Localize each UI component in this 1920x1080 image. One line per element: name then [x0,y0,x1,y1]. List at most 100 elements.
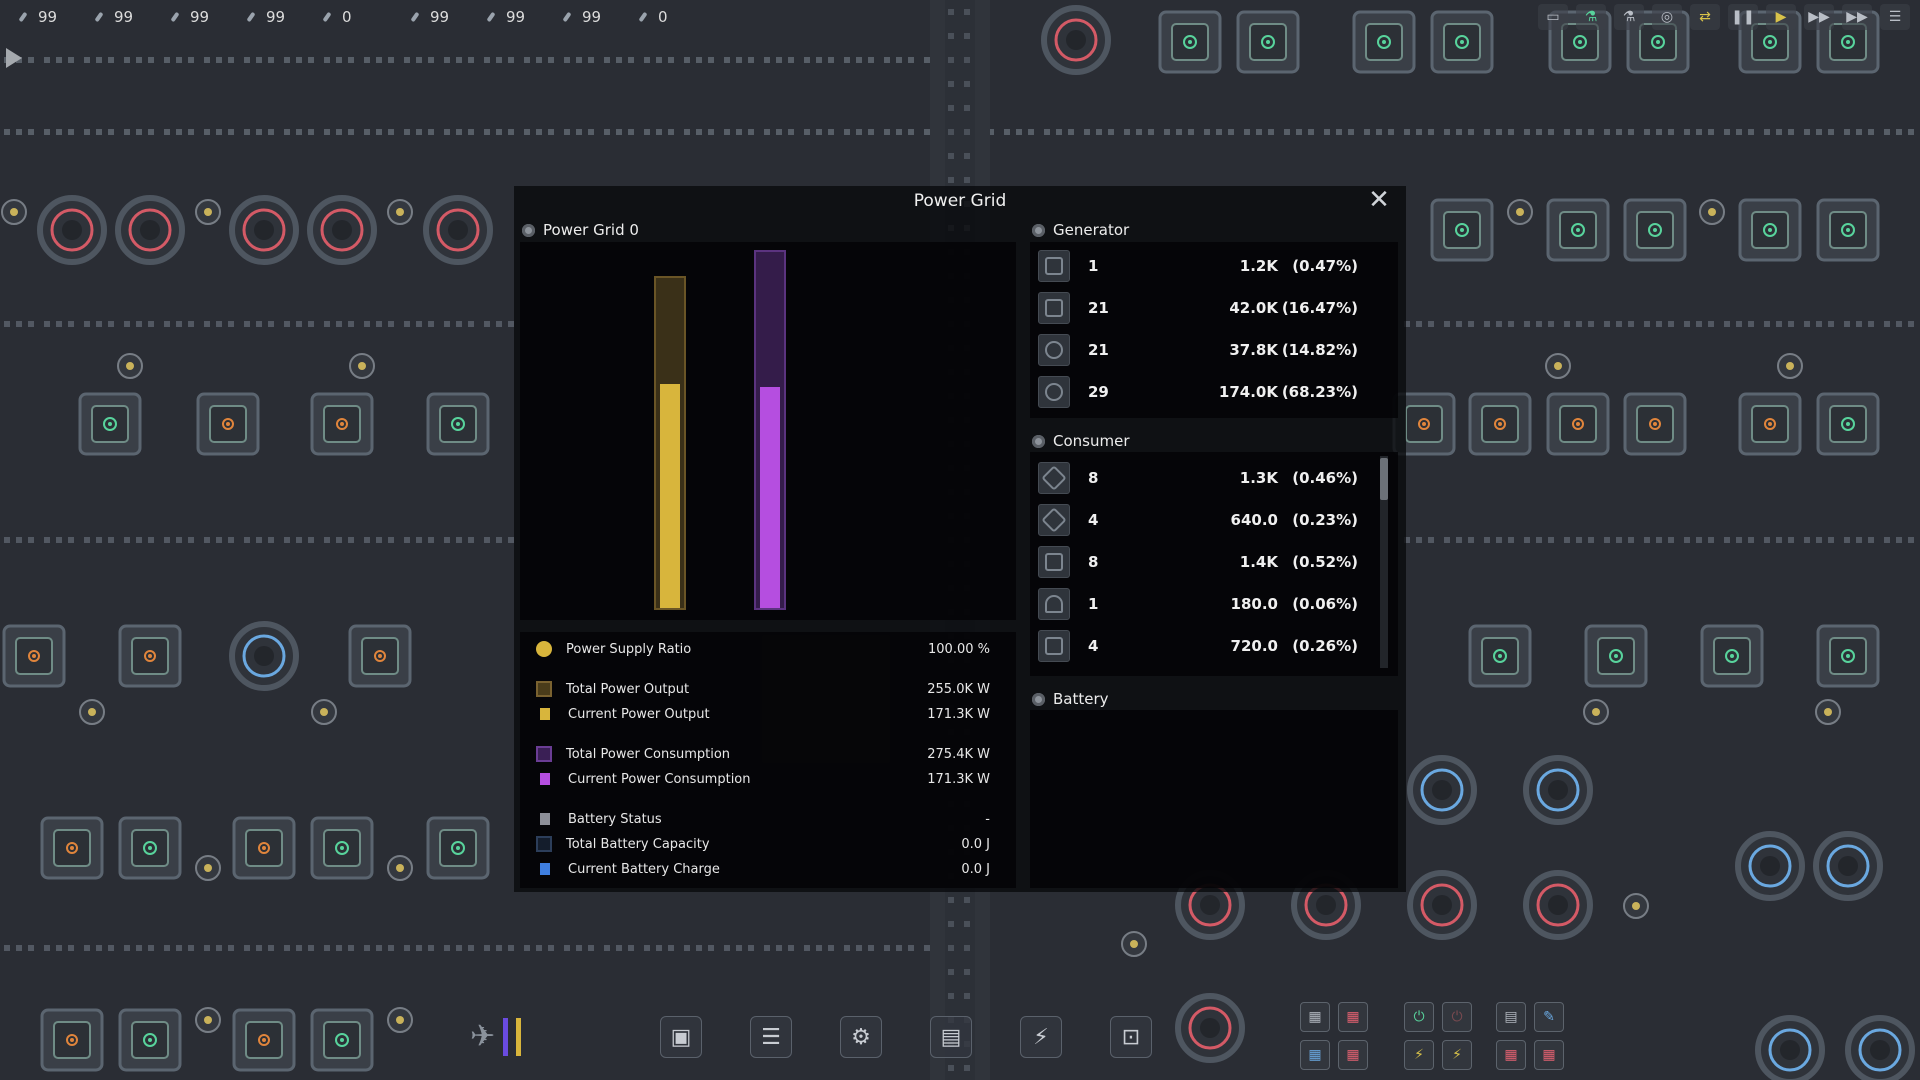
play-icon[interactable]: ▶ [1766,4,1796,30]
list-item[interactable]: 21 42.0K (16.47%) [1038,290,1390,326]
collapse-icon [1032,434,1045,448]
resource-counter: 99 [486,8,544,26]
research-icon[interactable]: ⚗ [1576,4,1606,30]
generator-icon [1038,334,1070,366]
mecha-icon: ✈ [470,1019,496,1054]
lightning-icon[interactable]: ⚡ [1442,1040,1472,1070]
consumer-scrollbar[interactable] [1380,456,1388,668]
stat-total-battery: Total Battery Capacity 0.0 J [532,833,990,855]
resource-counter: 99 [170,8,228,26]
power-off-icon[interactable]: ⏻ [1442,1002,1472,1032]
expand-panel-icon[interactable] [6,48,22,68]
resource-icon [246,11,256,23]
generator-header[interactable]: Generator [1032,219,1129,241]
stat-total-output: Total Power Output 255.0K W [532,678,990,700]
lightning-icon[interactable]: ⚡ [1404,1040,1434,1070]
generator-icon [1038,250,1070,282]
edit-icon[interactable]: ✎ [1534,1002,1564,1032]
stat-battery-status: Battery Status - [532,808,990,830]
stat-total-consumption: Total Power Consumption 275.4K W [532,743,990,765]
menu-icon[interactable]: ☰ [1880,4,1910,30]
fast-forward-icon[interactable]: ▶▶ [1804,4,1834,30]
output-bar-current [660,383,680,608]
resource-counter: 99 [18,8,76,26]
scroll-thumb[interactable] [1380,458,1388,500]
battery-status-swatch [540,813,550,825]
resource-counter: 99 [410,8,468,26]
supply-ratio-icon [536,641,552,657]
collapse-icon [1032,692,1045,706]
building-remove-icon[interactable]: ▦ [1338,1002,1368,1032]
resource-counter: 99 [94,8,152,26]
consumer-icon [1038,462,1070,494]
current-output-swatch [540,708,550,720]
mecha-status: ✈ [470,1018,522,1056]
collapse-icon [1032,223,1045,237]
quick-actions-power: ⏻ ⏻ ⚡ ⚡ [1404,1002,1472,1070]
resource-counter: 0 [322,8,380,26]
quick-actions-right: ▤ ✎ ▦ ▦ [1496,1002,1564,1070]
building-remove-icon[interactable]: ▦ [1338,1040,1368,1070]
consumer-icon [1038,546,1070,578]
logistics-icon[interactable]: ☰ [750,1016,792,1058]
current-consumption-swatch [540,773,550,785]
resource-bar: 99 99 99 99 0 99 99 99 0 [0,0,696,34]
list-item[interactable]: 21 37.8K (14.82%) [1038,332,1390,368]
quick-actions-left: ▦ ▦ ▦ ▦ [1300,1002,1368,1070]
inventory-icon[interactable]: ▣ [660,1016,702,1058]
building-icon[interactable]: ▦ [1300,1002,1330,1032]
resource-counter: 99 [246,8,304,26]
settings-icon[interactable]: ▦ [1534,1040,1564,1070]
generator-icon [1038,376,1070,408]
power-on-icon[interactable]: ⏻ [1404,1002,1434,1032]
document-icon[interactable]: ▤ [1496,1002,1526,1032]
list-item[interactable]: 8 1.3K (0.46%) [1038,460,1390,496]
globe-icon[interactable]: ◎ [1652,4,1682,30]
settings-icon[interactable]: ▦ [1496,1040,1526,1070]
resource-icon [638,11,648,23]
power-stats: Power Supply Ratio 100.00 % Total Power … [520,632,1016,888]
close-icon[interactable]: ✕ [1366,187,1392,214]
resource-icon [562,11,572,23]
fastest-forward-icon[interactable]: ▶▶ [1842,4,1872,30]
total-output-swatch [536,681,552,697]
total-consumption-swatch [536,746,552,762]
battery-list [1030,710,1398,888]
power-icon[interactable]: ⚡ [1020,1016,1062,1058]
list-item[interactable]: 8 1.4K (0.52%) [1038,544,1390,580]
gear-icon[interactable]: ⚙ [840,1016,882,1058]
consumer-icon [1038,588,1070,620]
energy-bar-icon [516,1018,522,1056]
consumer-icon [1038,504,1070,536]
resource-icon [322,11,332,23]
blueprint-icon[interactable]: ▭ [1538,4,1568,30]
energy-bar-icon [503,1018,509,1056]
resource-icon [486,11,496,23]
list-item[interactable]: 29 174.0K (68.23%) [1038,374,1390,410]
list-item[interactable]: 1 1.2K (0.47%) [1038,248,1390,284]
battery-header[interactable]: Battery [1032,688,1109,710]
top-right-controls: ▭ ⚗ ⚗ ◎ ⇄ ❚❚ ▶ ▶▶ ▶▶ ☰ [1538,4,1910,30]
consumption-bar-total [754,250,786,610]
logistics-icon[interactable]: ⇄ [1690,4,1720,30]
assembler-icon[interactable]: ⊡ [1110,1016,1152,1058]
list-item[interactable]: 4 640.0 (0.23%) [1038,502,1390,538]
stat-current-output: Current Power Output 171.3K W [532,703,990,725]
grid-icon [522,223,535,237]
lab-icon[interactable]: ⚗ [1614,4,1644,30]
consumer-header[interactable]: Consumer [1032,430,1130,452]
list-item[interactable]: 4 720.0 (0.26%) [1038,628,1390,664]
stat-current-battery: Current Battery Charge 0.0 J [532,858,990,880]
grid-selector[interactable]: Power Grid 0 [522,219,639,241]
bottom-toolbar: ▣ ☰ ⚙ ▤ ⚡ ⊡ [660,1016,1152,1058]
output-bar-total [654,276,686,610]
total-battery-swatch [536,836,552,852]
resource-counter: 99 [562,8,620,26]
pause-icon[interactable]: ❚❚ [1728,4,1758,30]
generator-icon [1038,292,1070,324]
consumer-icon [1038,630,1070,662]
list-item[interactable]: 1 180.0 (0.06%) [1038,586,1390,622]
storage-icon[interactable]: ▤ [930,1016,972,1058]
generator-list: 1 1.2K (0.47%) 21 42.0K (16.47%) 21 37.8… [1030,242,1398,418]
building-icon[interactable]: ▦ [1300,1040,1330,1070]
